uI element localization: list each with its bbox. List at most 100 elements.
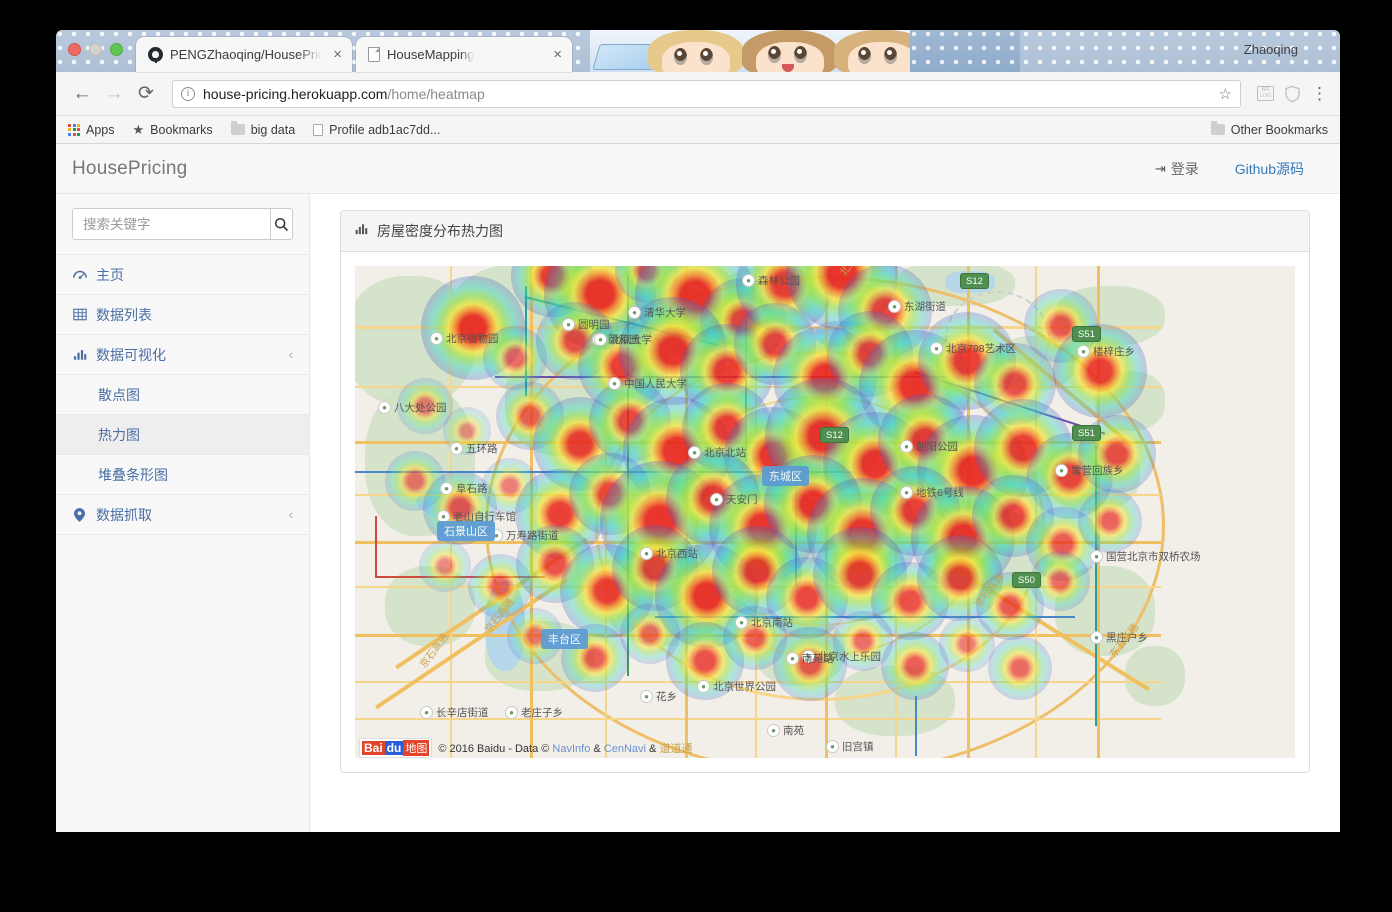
poi-marker-icon: ●	[1090, 631, 1103, 644]
poi-marker-icon: ●	[505, 706, 518, 719]
extension-icon[interactable]: BR LOG	[1257, 86, 1274, 101]
poi-label-text: 阜石路	[456, 483, 488, 495]
tab-strip: PENGZhaoqing/HousePricing × HouseMapping…	[56, 30, 1340, 72]
map-poi-label: ● 森林公园	[742, 273, 800, 288]
poi-label-text: 常营回族乡	[1071, 465, 1124, 477]
forward-button[interactable]: →	[100, 80, 128, 108]
poi-label-text: 北京西站	[656, 548, 698, 560]
map-district-label: 丰台区	[541, 629, 588, 649]
map-poi-label: ● 圆明园	[562, 317, 610, 332]
poi-label-text: 天安门	[726, 494, 758, 506]
sidebar-item-scatter-plot[interactable]: 散点图	[56, 374, 309, 414]
brand-title[interactable]: HousePricing	[72, 158, 187, 180]
sidebar-item-data-list[interactable]: 数据列表	[56, 294, 309, 334]
baidu-logo[interactable]: Bai du 地图	[359, 738, 433, 758]
map-highway-shield: S51	[1072, 425, 1101, 441]
search-input[interactable]	[72, 208, 270, 240]
poi-label-text: 花乡	[656, 691, 677, 703]
cennavi-link[interactable]: CenNavi	[604, 743, 646, 755]
bar-chart-icon	[72, 348, 87, 361]
poi-marker-icon: ●	[786, 652, 799, 665]
map-poi-label: ● 长辛店街道	[420, 705, 489, 720]
bookmark-big-data[interactable]: big data	[230, 121, 296, 137]
sidebar: 主页 数据列表 数据可视化 ‹ 散点图	[56, 194, 310, 832]
address-bar[interactable]: i house-pricing.herokuapp.com/home/heatm…	[172, 79, 1241, 108]
github-source-link[interactable]: Github源码	[1235, 159, 1304, 179]
minimize-window-button[interactable]	[89, 43, 102, 56]
daodaotong-link[interactable]: 道道通	[659, 743, 692, 755]
poi-marker-icon: ●	[594, 333, 607, 346]
login-icon: ⇥	[1154, 160, 1166, 176]
browser-tab-github[interactable]: PENGZhaoqing/HousePricing ×	[136, 37, 352, 72]
map-district-label: 石景山区	[437, 521, 495, 541]
shield-icon[interactable]	[1284, 85, 1301, 103]
close-tab-icon[interactable]: ×	[333, 47, 342, 62]
bookmark-profile[interactable]: Profile adb1ac7dd...	[313, 123, 440, 137]
maximize-window-button[interactable]	[110, 43, 123, 56]
map-poi-label: ● 朝阳公园	[900, 439, 958, 454]
reload-button[interactable]: ⟳	[132, 80, 160, 108]
site-info-icon[interactable]: i	[181, 86, 195, 101]
search-icon	[274, 217, 289, 231]
panel-title: 房屋密度分布热力图	[377, 223, 503, 239]
map-poi-label: ● 中国人民大学	[608, 376, 687, 391]
sidebar-item-label: 堆叠条形图	[98, 466, 168, 483]
bookmark-label: Profile adb1ac7dd...	[329, 122, 441, 137]
sidebar-item-heatmap[interactable]: 热力图	[56, 414, 309, 454]
sidebar-divider	[56, 534, 309, 536]
close-tab-icon[interactable]: ×	[553, 47, 562, 62]
poi-marker-icon: ●	[440, 482, 453, 495]
map-highway-shield: S12	[820, 427, 849, 443]
sidebar-item-label: 数据列表	[96, 306, 152, 323]
navinfo-link[interactable]: NavInfo	[552, 743, 590, 755]
baidu-heatmap[interactable]: ●森林公园●清华大学●圆明园●颐和园●北京大学●北京植物园●八大处公园●中国人民…	[355, 266, 1295, 758]
poi-label-text: 中国人民大学	[624, 378, 687, 390]
heatmap-panel: 房屋密度分布热力图 ● 森林公园 ● 清华大学 ● 圆明园 颐和园 ● 北京大学…	[340, 210, 1310, 773]
map-poi-label: ● 地铁6号线	[900, 485, 964, 500]
map-highway-shield: S50	[1012, 572, 1041, 588]
poi-marker-icon: ●	[888, 300, 901, 313]
desktop-wallpaper	[590, 30, 1020, 72]
poi-label-text: 朝阳公园	[916, 441, 958, 453]
folder-icon	[230, 121, 245, 135]
bookmark-apps[interactable]: Apps	[68, 123, 115, 137]
sidebar-item-stacked-bar[interactable]: 堆叠条形图	[56, 454, 309, 494]
poi-marker-icon: ●	[930, 342, 943, 355]
window-controls[interactable]	[68, 43, 123, 56]
map-highway-shield: S51	[1072, 326, 1101, 342]
poi-label-text: 森林公园	[758, 275, 800, 287]
browser-tab-housemapping[interactable]: HouseMapping ×	[356, 37, 572, 72]
search-button[interactable]	[270, 208, 293, 240]
sidebar-item-home[interactable]: 主页	[56, 254, 309, 294]
sidebar-item-visualization[interactable]: 数据可视化 ‹	[56, 334, 309, 374]
other-bookmarks-folder[interactable]: Other Bookmarks	[1210, 121, 1328, 137]
bookmark-bookmarks[interactable]: ★ Bookmarks	[133, 122, 213, 138]
poi-marker-icon: ●	[900, 440, 913, 453]
map-poi-label: ● 清华大学	[628, 305, 686, 320]
bookmark-star-icon[interactable]: ☆	[1219, 85, 1232, 103]
poi-marker-icon: ●	[640, 690, 653, 703]
sidebar-item-data-crawl[interactable]: 数据抓取 ‹	[56, 494, 309, 534]
poi-marker-icon: ●	[450, 442, 463, 455]
poi-marker-icon: ●	[688, 446, 701, 459]
bookmark-label: Apps	[86, 122, 115, 137]
login-link[interactable]: ⇥ 登录	[1155, 159, 1199, 179]
poi-label-text: 北京植物园	[446, 333, 499, 345]
poi-marker-icon: ●	[1055, 464, 1068, 477]
bookmark-label: Bookmarks	[150, 122, 213, 137]
profile-name[interactable]: Zhaoqing	[1244, 42, 1298, 57]
chrome-menu-button[interactable]: ⋮	[1311, 85, 1328, 102]
poi-marker-icon: ●	[420, 706, 433, 719]
map-poi-label: ● 五环路	[450, 441, 498, 456]
baidu-logo-ditu: 地图	[403, 740, 430, 756]
map-poi-label: ● 北京世界公园	[697, 679, 776, 694]
bar-chart-icon	[355, 222, 369, 240]
back-button[interactable]: ←	[68, 80, 96, 108]
tab-title: PENGZhaoqing/HousePricing	[170, 47, 322, 62]
map-attribution: Bai du 地图 © 2016 Baidu - Data © NavInfo & …	[355, 738, 1295, 758]
bookmark-label: big data	[250, 122, 296, 137]
map-district-label: 东城区	[762, 466, 809, 486]
chevron-left-icon: ‹	[288, 347, 293, 362]
panel-header: 房屋密度分布热力图	[341, 211, 1309, 252]
close-window-button[interactable]	[68, 43, 81, 56]
